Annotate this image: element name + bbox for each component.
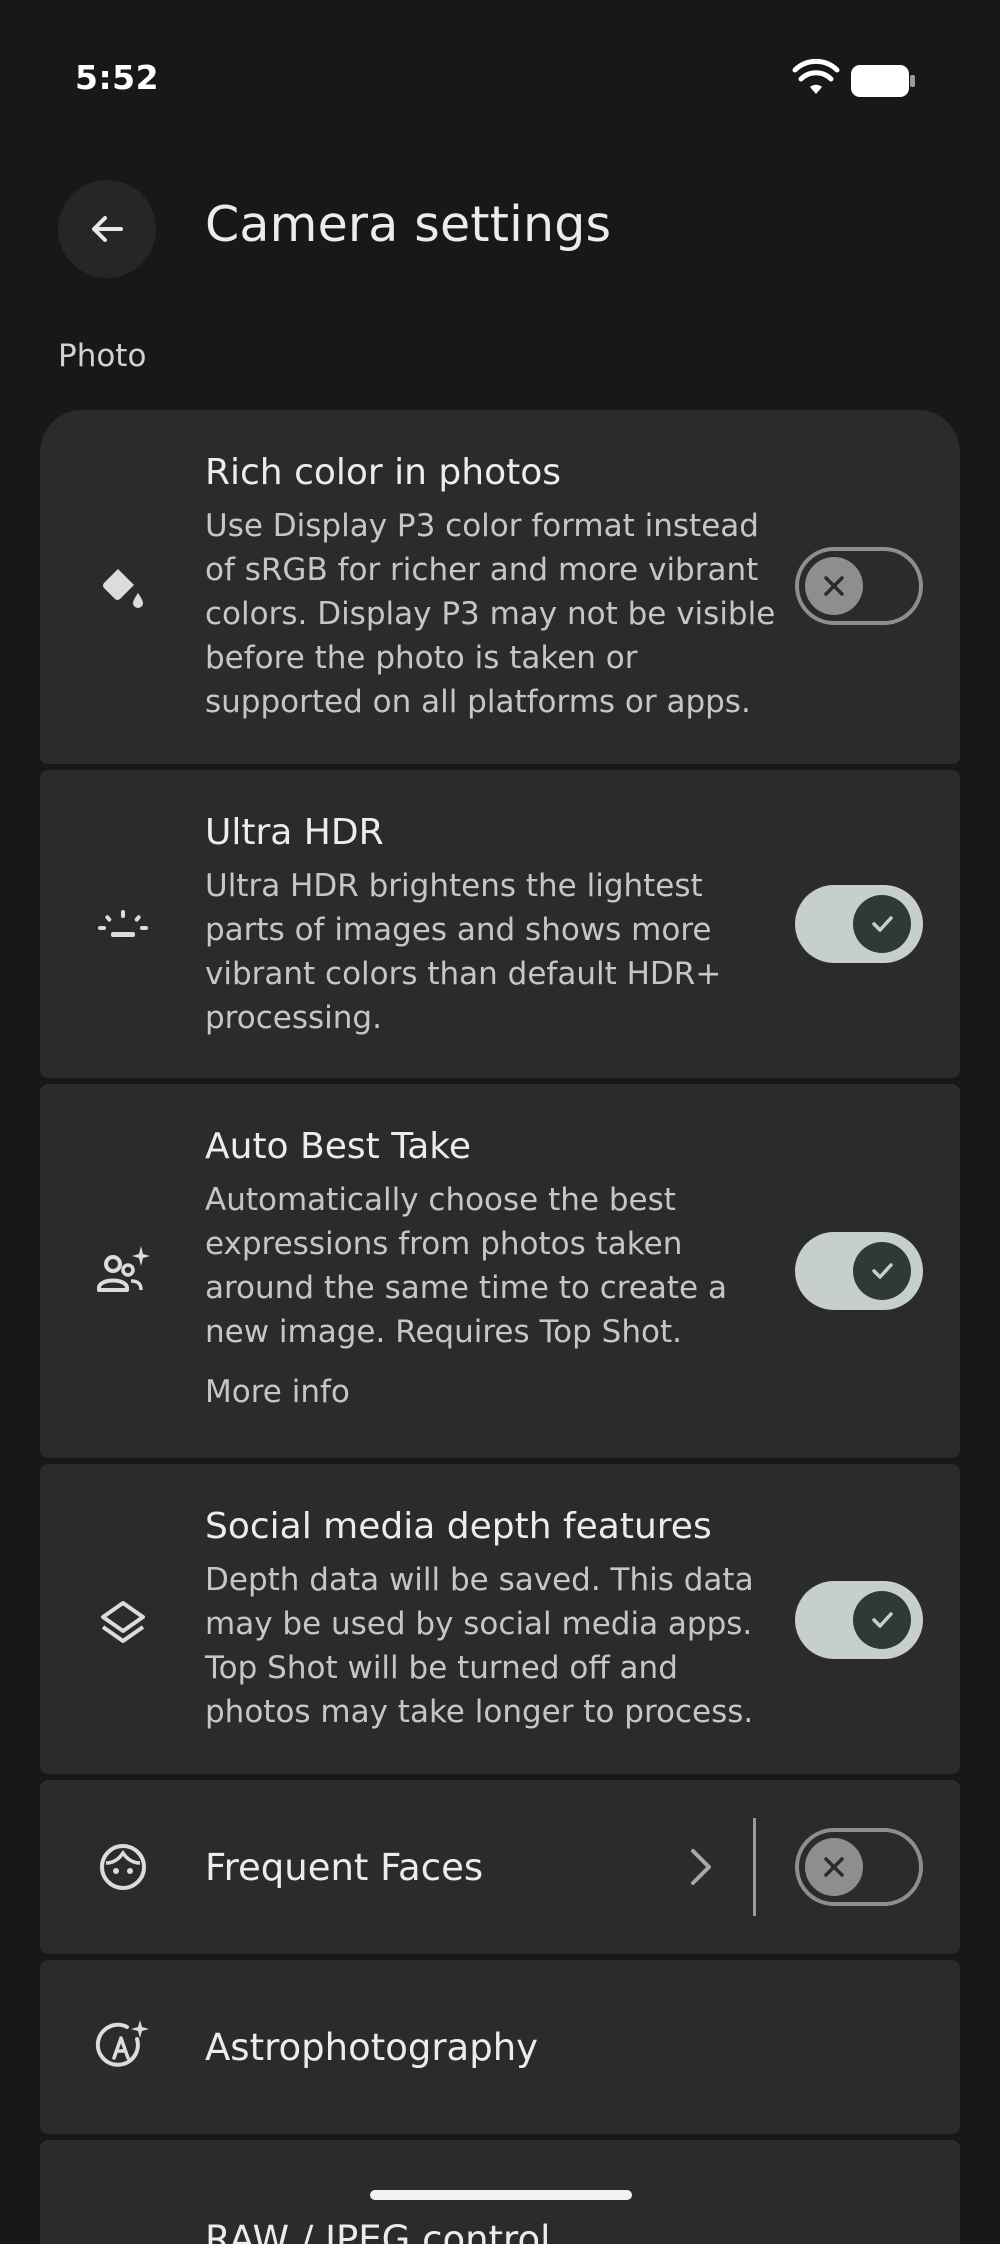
setting-auto-best-take[interactable]: Auto Best Take Automatically choose the …	[40, 1084, 960, 1458]
status-time: 5:52	[75, 58, 160, 97]
paint-bucket-icon	[95, 560, 151, 616]
brightness-icon	[95, 898, 151, 954]
setting-description: Depth data will be saved. This data may …	[205, 1562, 754, 1730]
astro-icon	[95, 2019, 151, 2075]
setting-astrophotography[interactable]: Astrophotography	[40, 1960, 960, 2134]
back-button[interactable]	[58, 180, 156, 278]
setting-title: Social media depth features	[205, 1506, 712, 1547]
setting-title: Auto Best Take	[205, 1126, 471, 1167]
frequent-faces-toggle[interactable]	[795, 1828, 923, 1906]
setting-social-media-depth[interactable]: Social media depth features Depth data w…	[40, 1464, 960, 1774]
close-icon	[824, 576, 844, 596]
setting-frequent-faces[interactable]: Frequent Faces	[40, 1780, 960, 1954]
wifi-icon	[792, 58, 840, 94]
setting-rich-color[interactable]: Rich color in photos Use Display P3 colo…	[40, 410, 960, 764]
status-bar: 5:52	[0, 0, 1000, 160]
arrow-back-icon	[92, 216, 123, 242]
check-icon	[872, 1612, 893, 1628]
toggle-thumb	[853, 895, 911, 953]
close-icon	[824, 1857, 844, 1877]
more-info-link[interactable]: More info	[205, 1374, 350, 1410]
setting-description: Automatically choose the best expression…	[205, 1182, 727, 1350]
setting-title: RAW / JPEG control	[205, 2218, 551, 2244]
check-icon	[872, 1263, 893, 1279]
toggle-thumb	[805, 557, 863, 615]
check-icon	[872, 916, 893, 932]
setting-description: Ultra HDR brightens the lightest parts o…	[205, 868, 722, 1036]
rich-color-toggle[interactable]	[795, 547, 923, 625]
setting-title: Astrophotography	[205, 2026, 539, 2069]
toggle-thumb	[853, 1242, 911, 1300]
layers-icon	[95, 1594, 151, 1650]
ultra-hdr-toggle[interactable]	[795, 885, 923, 963]
setting-title: Ultra HDR	[205, 812, 384, 853]
face-icon	[95, 1839, 151, 1895]
social-media-depth-toggle[interactable]	[795, 1581, 923, 1659]
setting-title: Frequent Faces	[205, 1846, 484, 1889]
section-header-photo: Photo	[58, 338, 147, 374]
auto-best-take-toggle[interactable]	[795, 1232, 923, 1310]
setting-title: Rich color in photos	[205, 452, 562, 493]
toggle-thumb	[853, 1591, 911, 1649]
setting-description: Use Display P3 color format instead of s…	[205, 508, 776, 720]
battery-icon	[851, 65, 915, 97]
divider	[753, 1818, 756, 1916]
chevron-right-icon[interactable]	[680, 1843, 720, 1891]
toggle-thumb	[805, 1838, 863, 1896]
group-sparkle-icon	[95, 1244, 151, 1300]
setting-ultra-hdr[interactable]: Ultra HDR Ultra HDR brightens the lighte…	[40, 770, 960, 1078]
page-title: Camera settings	[205, 196, 612, 253]
gesture-nav-handle[interactable]	[370, 2190, 632, 2200]
